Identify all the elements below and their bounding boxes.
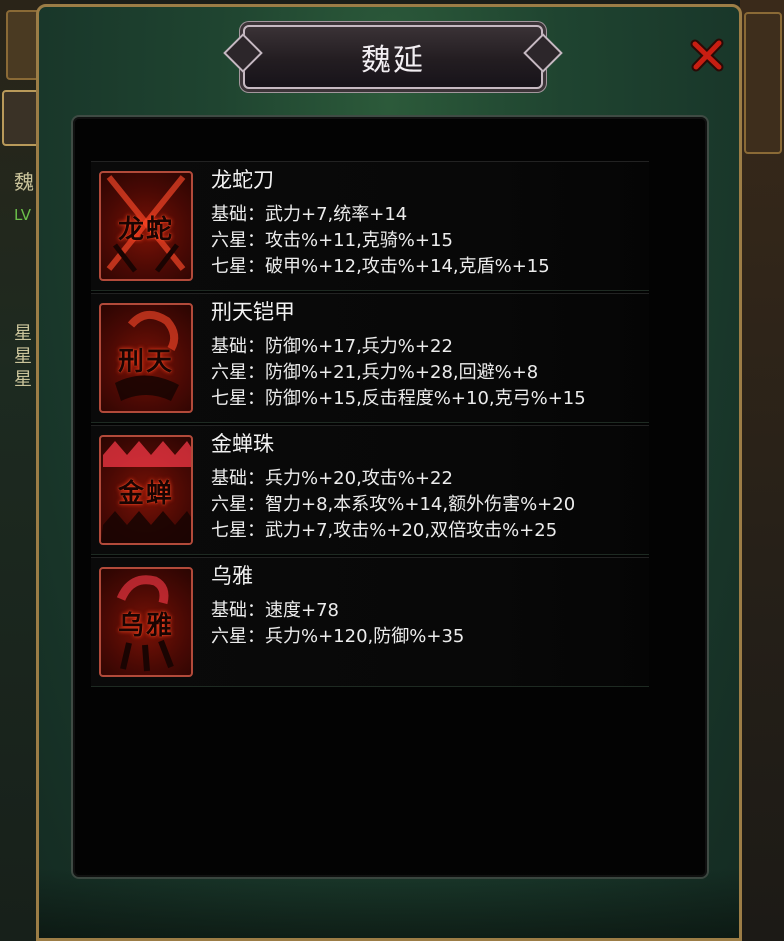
equipment-item[interactable]: 乌雅 乌雅 基础：速度+78 六星：兵力%+120,防御%+35 [91,557,649,687]
equipment-item[interactable]: 刑天 刑天铠甲 基础：防御%+17,兵力%+22 六星：防御%+21,兵力%+2… [91,293,649,423]
item-stat-seven-star: 七星：破甲%+12,攻击%+14,克盾%+15 [211,256,550,277]
equipment-dialog: 魏延 龙蛇 龙蛇刀 基础：武力+7,统率+14 六星：攻击%+11,克骑%+15… [36,4,742,941]
icon-glyph: 刑天 [117,347,174,377]
background-hero-name: 魏 [14,170,34,194]
item-stat-seven-star: 七星：武力+7,攻击%+20,双倍攻击%+25 [211,520,558,541]
background-star-labels: 星星星 [14,323,32,390]
item-stat-base: 基础：兵力%+20,攻击%+22 [211,468,453,489]
diamond-pattern-icon: 金蝉 [99,435,193,545]
item-stat-base: 基础：武力+7,统率+14 [211,204,408,225]
icon-glyph: 龙蛇 [117,215,174,245]
icon-glyph: 乌雅 [117,611,174,641]
close-x-icon [690,38,724,72]
equipment-item[interactable]: 龙蛇 龙蛇刀 基础：武力+7,统率+14 六星：攻击%+11,克骑%+15 七星… [91,161,649,291]
armor-helmet-icon: 刑天 [99,303,193,413]
item-name: 龙蛇刀 [211,168,274,192]
item-stat-six-star: 六星：智力+8,本系攻%+14,额外伤害%+20 [211,494,576,515]
item-stat-base: 基础：速度+78 [211,600,339,621]
title-plate: 魏延 [223,25,563,89]
background-tab [744,12,782,154]
close-button[interactable] [687,35,727,75]
item-stat-six-star: 六星：兵力%+120,防御%+35 [211,626,465,647]
icon-glyph: 金蝉 [117,479,174,509]
item-name: 乌雅 [211,564,253,588]
crossed-blades-icon: 龙蛇 [99,171,193,281]
equipment-item[interactable]: 金蝉 金蝉珠 基础：兵力%+20,攻击%+22 六星：智力+8,本系攻%+14,… [91,425,649,555]
background-level: LV [14,206,31,224]
item-stat-six-star: 六星：防御%+21,兵力%+28,回避%+8 [211,362,539,383]
item-name: 金蝉珠 [211,432,274,456]
background-right-strip [740,0,784,941]
equipment-list[interactable]: 龙蛇 龙蛇刀 基础：武力+7,统率+14 六星：攻击%+11,克骑%+15 七星… [71,115,709,879]
title-ornament-left [223,33,263,73]
item-stat-seven-star: 七星：防御%+15,反击程度%+10,克弓%+15 [211,388,586,409]
warhorse-icon: 乌雅 [99,567,193,677]
item-stat-six-star: 六星：攻击%+11,克骑%+15 [211,230,453,251]
item-stat-base: 基础：防御%+17,兵力%+22 [211,336,453,357]
item-name: 刑天铠甲 [211,300,295,324]
title-ornament-right [523,33,563,73]
dialog-title: 魏延 [361,43,425,78]
